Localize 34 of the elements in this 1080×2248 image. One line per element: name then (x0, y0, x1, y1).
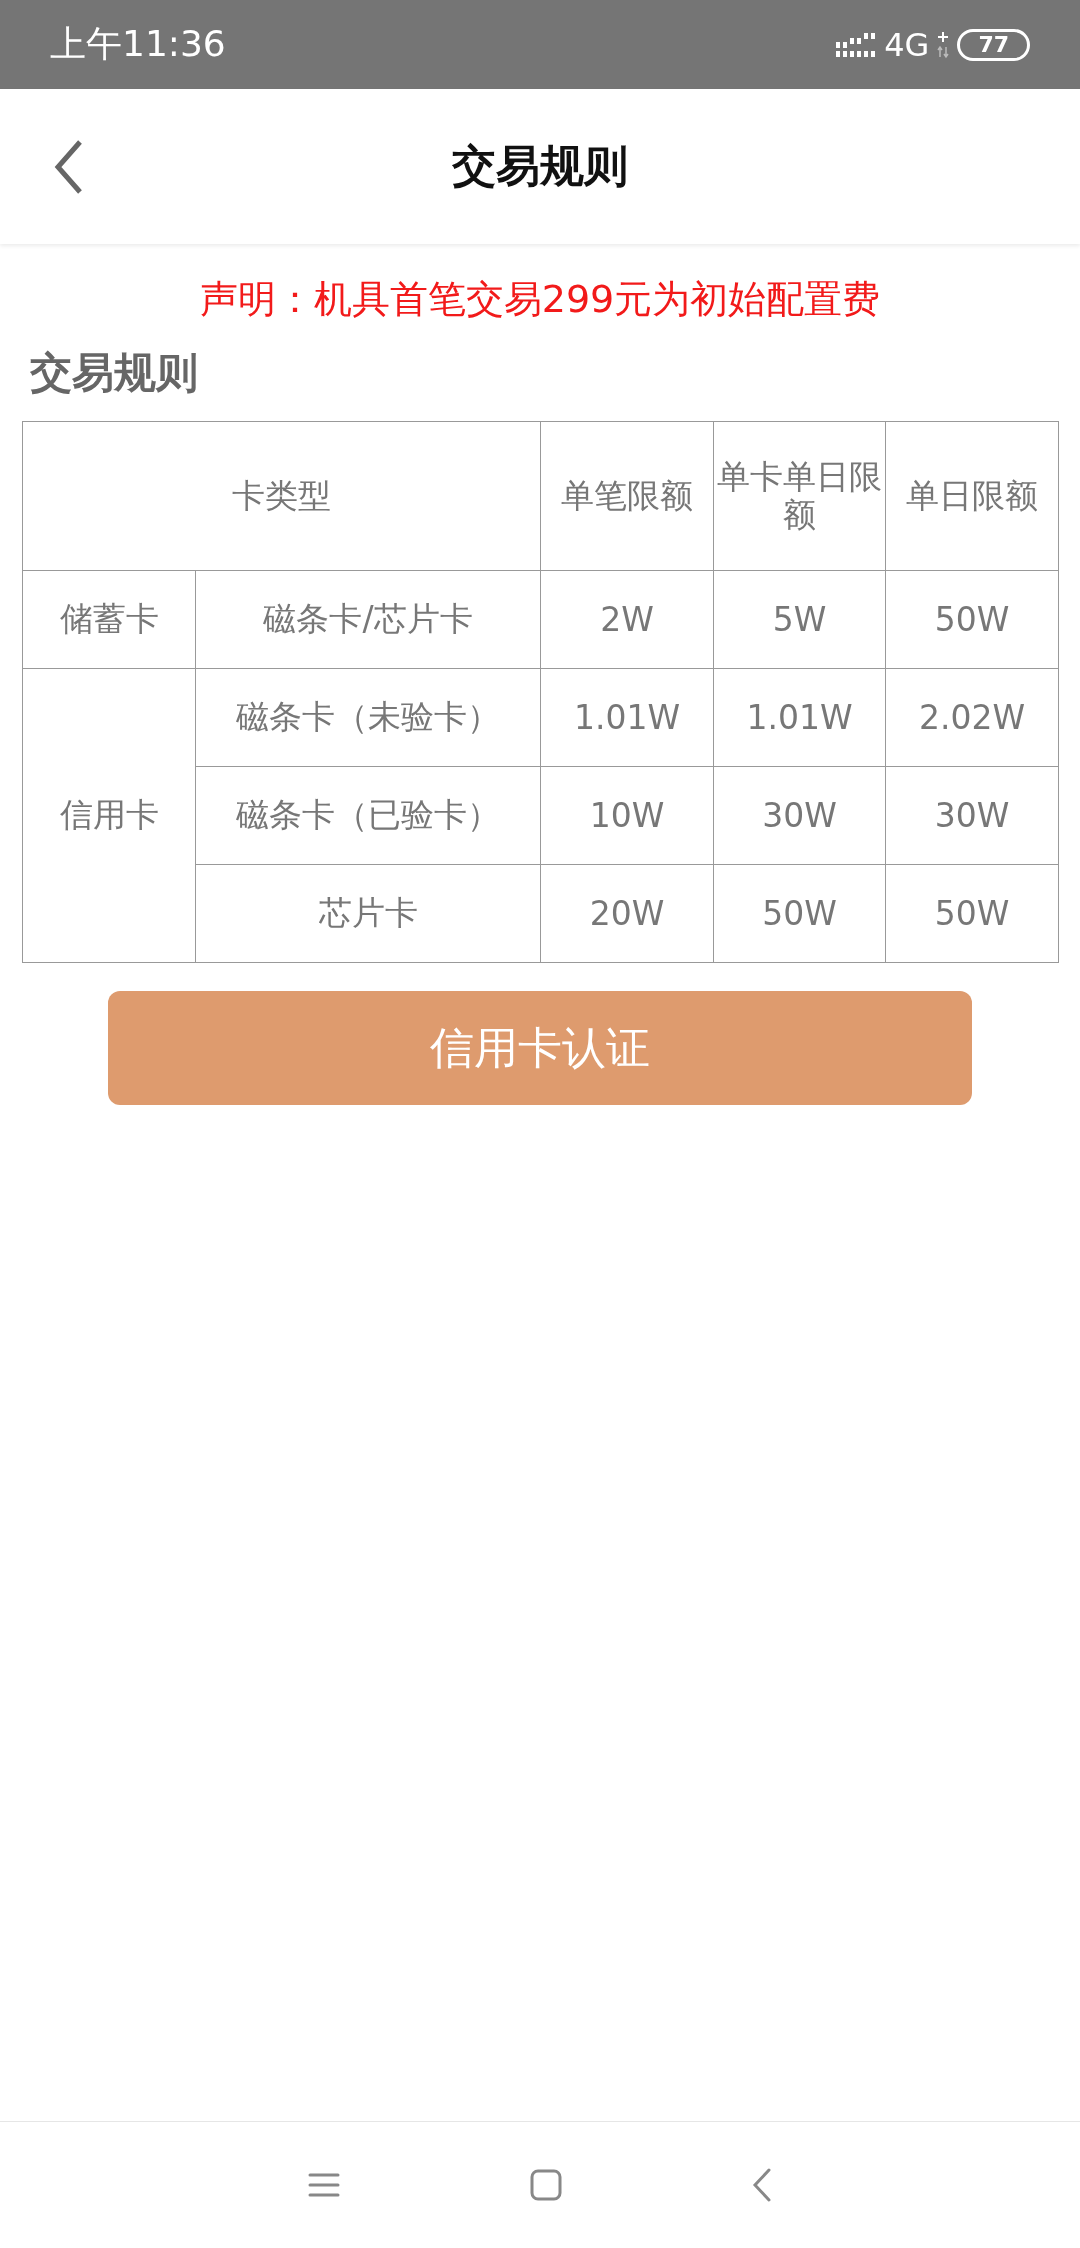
table-cell: 1.01W (573, 698, 681, 737)
table-cell: 芯片卡 (318, 893, 418, 932)
column-header: 卡类型 (232, 476, 331, 516)
table-cell: 储蓄卡 (59, 599, 159, 638)
network-label: 4G (884, 25, 930, 64)
table-cell: 50W (934, 600, 1010, 639)
table-cell: 2W (600, 600, 654, 639)
page-title: 交易规则 (452, 139, 628, 193)
back-icon[interactable] (752, 2168, 772, 2202)
section-title: 交易规则 (30, 347, 199, 399)
status-time: 上午11:36 (50, 22, 226, 66)
data-arrows-icon (937, 30, 950, 59)
table-cell: 磁条卡/芯片卡 (263, 599, 473, 638)
column-header: 单日限额 (906, 476, 1038, 516)
battery-indicator: 77 (957, 28, 1030, 61)
home-icon[interactable] (530, 2169, 562, 2201)
table-cell: 2.02W (918, 698, 1026, 737)
table-cell: 50W (762, 894, 837, 933)
table-cell: 20W (589, 894, 665, 933)
table-cell: 信用卡 (59, 795, 159, 834)
column-header: 单笔限额 (561, 476, 693, 516)
table-cell: 50W (934, 894, 1010, 933)
column-header: 单卡单日限额 (717, 457, 882, 534)
table-cell: 30W (934, 796, 1010, 835)
table-cell: 1.01W (746, 698, 853, 737)
table-cell: 磁条卡（未验卡） (236, 697, 500, 736)
back-icon[interactable] (54, 139, 84, 195)
menu-icon[interactable] (308, 2172, 340, 2198)
table-cell: 磁条卡（已验卡） (236, 795, 500, 834)
table-cell: 5W (772, 600, 827, 639)
verify-button[interactable]: 信用卡认证 (108, 991, 972, 1105)
table-cell: 10W (589, 796, 665, 835)
notice-text: 声明：机具首笔交易299元为初始配置费 (198, 276, 882, 323)
table-cell: 30W (762, 796, 837, 835)
